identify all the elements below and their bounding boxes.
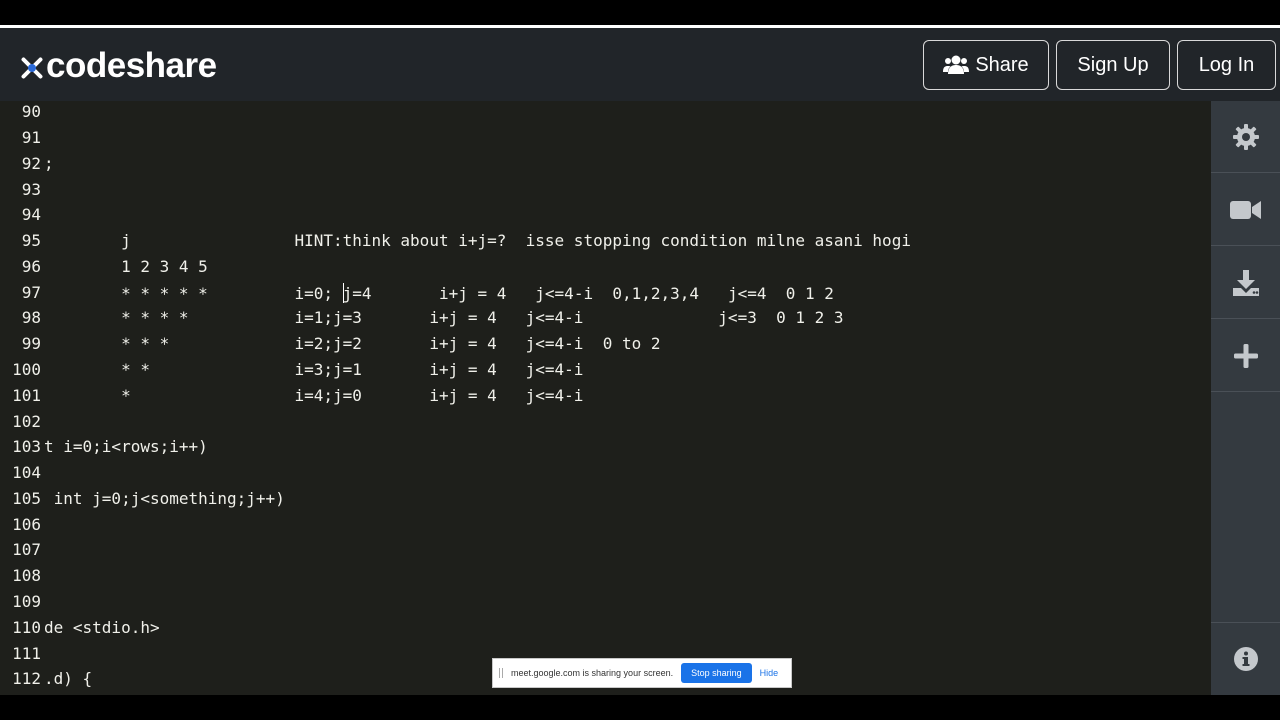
editor-line: 106 — [0, 515, 1211, 540]
users-icon — [943, 55, 970, 74]
gear-icon — [1232, 123, 1259, 150]
line-code[interactable]: * * * * * i=0; j=4 i+j = 4 j<=4-i 0,1,2,… — [44, 283, 834, 303]
editor-line: 105 int j=0;j<something;j++) — [0, 489, 1211, 514]
line-number: 107 — [12, 540, 41, 559]
sign-up-button[interactable]: Sign Up — [1056, 40, 1170, 90]
line-code[interactable]: * * * i=2;j=2 i+j = 4 j<=4-i 0 to 2 — [44, 334, 660, 353]
line-number: 97 — [21, 283, 41, 302]
editor-line: 102 — [0, 412, 1211, 437]
hide-button[interactable]: Hide — [760, 668, 779, 678]
line-number: 91 — [21, 128, 41, 147]
editor-line: 110 de <stdio.h> — [0, 618, 1211, 643]
editor-line: 93 — [0, 180, 1211, 205]
editor-line: 92; — [0, 154, 1211, 179]
line-number: 108 — [12, 566, 41, 585]
line-code[interactable]: j HINT:think about i+j=? isse stopping c… — [44, 231, 911, 250]
editor-line: 101 * i=4;j=0 i+j = 4 j<=4-i — [0, 386, 1211, 411]
line-number: 106 — [12, 515, 41, 534]
line-code[interactable]: 1 2 3 4 5 — [44, 257, 208, 276]
logo-text: codeshare — [46, 46, 217, 85]
line-number: 93 — [21, 180, 41, 199]
share-button-label: Share — [975, 53, 1029, 76]
video-camera-icon — [1229, 200, 1261, 219]
line-number: 101 — [12, 386, 41, 405]
drag-handle-icon[interactable] — [499, 668, 503, 678]
line-number: 94 — [21, 205, 41, 224]
line-code-before-cursor: * * * * * i=0; — [44, 284, 343, 303]
log-in-button-label: Log In — [1198, 53, 1255, 76]
video-button[interactable] — [1211, 174, 1280, 246]
line-code[interactable]: * * * * i=1;j=3 i+j = 4 j<=4-i j<=3 0 1 … — [44, 308, 843, 327]
line-code[interactable]: de <stdio.h> — [44, 618, 160, 637]
editor-line: 90 — [0, 102, 1211, 127]
line-number: 96 — [21, 257, 41, 276]
line-number: 102 — [12, 412, 41, 431]
line-number: 95 — [21, 231, 41, 250]
app-header: codeshare Share Sign Up Log In — [0, 28, 1280, 101]
add-button[interactable] — [1211, 320, 1280, 392]
line-number: 90 — [21, 102, 41, 121]
editor-line: 96 1 2 3 4 5 — [0, 257, 1211, 282]
line-number: 105 — [12, 489, 41, 508]
line-code[interactable]: int j=0;j<something;j++) — [44, 489, 285, 508]
line-number: 98 — [21, 308, 41, 327]
screen-bottom-border — [0, 695, 1280, 720]
logo[interactable]: codeshare — [20, 46, 217, 86]
info-icon — [1233, 646, 1258, 671]
line-code[interactable]: t i=0;i<rows;i++) — [44, 437, 208, 456]
share-button[interactable]: Share — [923, 40, 1049, 90]
line-number: 100 — [12, 360, 41, 379]
right-sidebar — [1211, 101, 1280, 695]
logo-x-icon — [20, 56, 44, 80]
editor-line: 104 — [0, 463, 1211, 488]
plus-icon — [1233, 343, 1258, 368]
line-number: 110 — [12, 618, 41, 637]
screen-share-message: meet.google.com is sharing your screen. — [511, 668, 674, 678]
editor-line: 95 j HINT:think about i+j=? isse stoppin… — [0, 231, 1211, 256]
line-code[interactable]: ; — [44, 154, 54, 173]
editor-line: 109 — [0, 592, 1211, 617]
line-number: 111 — [12, 644, 41, 663]
code-editor[interactable]: 90 91 92; 93 94 95 j HINT:think about i+… — [0, 101, 1211, 695]
sign-up-button-label: Sign Up — [1077, 53, 1149, 76]
editor-line: 103 t i=0;i<rows;i++) — [0, 437, 1211, 462]
editor-line: 100 * * i=3;j=1 i+j = 4 j<=4-i — [0, 360, 1211, 385]
editor-line: 94 — [0, 205, 1211, 230]
line-number: 104 — [12, 463, 41, 482]
editor-line: 91 — [0, 128, 1211, 153]
line-code[interactable]: * * i=3;j=1 i+j = 4 j<=4-i — [44, 360, 583, 379]
info-button[interactable] — [1211, 622, 1280, 694]
settings-button[interactable] — [1211, 101, 1280, 173]
line-code-after-cursor: j=4 i+j = 4 j<=4-i 0,1,2,3,4 j<=4 0 1 2 — [342, 284, 834, 303]
editor-line: 99 * * * i=2;j=2 i+j = 4 j<=4-i 0 to 2 — [0, 334, 1211, 359]
download-icon — [1232, 269, 1259, 296]
editor-line: 107 — [0, 540, 1211, 565]
line-number: 109 — [12, 592, 41, 611]
stop-sharing-button[interactable]: Stop sharing — [681, 663, 752, 683]
line-code[interactable]: * i=4;j=0 i+j = 4 j<=4-i — [44, 386, 583, 405]
line-number: 92 — [21, 154, 41, 173]
download-button[interactable] — [1211, 247, 1280, 319]
editor-line: 97 * * * * * i=0; j=4 i+j = 4 j<=4-i 0,1… — [0, 283, 1211, 308]
editor-line: 108 — [0, 566, 1211, 591]
line-number: 112 — [12, 669, 41, 688]
screen-top-border — [0, 0, 1280, 25]
log-in-button[interactable]: Log In — [1177, 40, 1276, 90]
line-number: 103 — [12, 437, 41, 456]
line-number: 99 — [21, 334, 41, 353]
screen-share-notification: meet.google.com is sharing your screen. … — [492, 658, 792, 688]
line-code[interactable]: .d) { — [44, 669, 92, 688]
editor-line: 98 * * * * i=1;j=3 i+j = 4 j<=4-i j<=3 0… — [0, 308, 1211, 333]
